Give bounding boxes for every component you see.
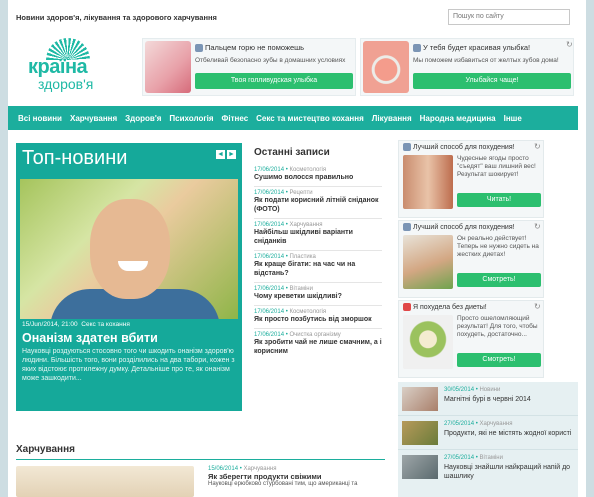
list-item[interactable]: 17/06/2014 • Вітаміни Чому креветки шкідл…	[254, 283, 382, 306]
ad-diet-image	[403, 235, 453, 289]
ad-text: Чудесные ягоды просто "съедят" ваш лишни…	[457, 155, 536, 178]
ad-weightloss-image	[403, 155, 453, 209]
list-item[interactable]: 27/05/2014 • Харчування Продукти, які не…	[398, 416, 578, 450]
nav-item-treatment[interactable]: Лікування	[372, 114, 412, 123]
ad-fruit-image	[403, 315, 453, 369]
top-bar: Новини здоров'я, лікування та здорового …	[8, 4, 578, 30]
ad-title: Лучший способ для похудения!	[403, 143, 515, 151]
search-input[interactable]: Пошук по сайту	[448, 9, 570, 25]
top-news-heading: Топ-новини	[22, 147, 128, 169]
ad-info-icon	[403, 143, 411, 151]
header-ad-2[interactable]: У тебя будет красивая улыбка! Мы поможем…	[360, 38, 574, 96]
ad-button[interactable]: Читать!	[457, 193, 541, 207]
ad-button[interactable]: Смотреть!	[457, 273, 541, 287]
prev-arrow-icon[interactable]: ◄	[216, 150, 225, 159]
ad-title: У тебя будет красивая улыбка!	[413, 43, 530, 53]
list-item[interactable]: 17/06/2014 • Косметологія Сушимо волосся …	[254, 164, 382, 187]
site-logo[interactable]: країна здоров'я	[28, 38, 128, 98]
section-title[interactable]: Харчування	[16, 438, 385, 455]
ad-text: Отбеливай безопасно зубы в домашних усло…	[195, 57, 346, 64]
food-article[interactable]: 15/06/2014 • Харчування Як зберегти прод…	[208, 466, 383, 489]
top-news-slider: Топ-новини ◄ ► 15/Jun/2014, 21:00 Секс та…	[16, 143, 242, 411]
top-news-meta: 15/Jun/2014, 21:00 Секс та кохання	[22, 321, 130, 328]
list-item[interactable]: 17/06/2014 • Очистка організму Як зробити…	[254, 329, 382, 360]
next-arrow-icon[interactable]: ►	[227, 150, 236, 159]
latest-posts: Останні записи 17/06/2014 • Косметологія…	[254, 143, 382, 360]
ad-title: Я похудела без диеты!	[403, 303, 487, 311]
side-ad-2[interactable]: Лучший способ для похудения! Он реально …	[398, 220, 544, 298]
header-ad-1[interactable]: Пальцем горю не поможешь Отбеливай безоп…	[142, 38, 356, 96]
top-news-title[interactable]: Онанізм здатен вбити	[22, 331, 158, 345]
nav-item-fitness[interactable]: Фітнес	[222, 114, 249, 123]
nav-item-nutrition[interactable]: Харчування	[70, 114, 117, 123]
news-thumbnail	[402, 421, 438, 445]
ad-text: Мы поможем избавиться от желтых зубов до…	[413, 57, 559, 64]
nav-item-sex[interactable]: Секс та мистецтво кохання	[256, 114, 364, 123]
ad-button[interactable]: Смотреть!	[457, 353, 541, 367]
refresh-icon[interactable]: ↻	[534, 302, 541, 311]
list-item[interactable]: 17/06/2014 • Косметологія Як просто позбу…	[254, 306, 382, 329]
ad-info-icon	[403, 303, 411, 311]
nav-item-health[interactable]: Здоров'я	[125, 114, 161, 123]
side-ad-3[interactable]: Я похудела без диеты! Просто ошеломляющи…	[398, 300, 544, 378]
news-thumbnail	[402, 387, 438, 411]
latest-heading: Останні записи	[254, 147, 330, 158]
ad-teeth-image	[145, 41, 191, 93]
ad-info-icon	[403, 223, 411, 231]
list-item[interactable]: 17/06/2014 • Пластика Як краще бігати: на…	[254, 251, 382, 283]
nav-item-folk-medicine[interactable]: Народна медицина	[420, 114, 496, 123]
ad-text: Он реально действует! Теперь не нужно си…	[457, 235, 539, 258]
list-item[interactable]: 27/05/2014 • Вітаміни Науковці знайшли н…	[398, 450, 578, 484]
nav-item-other[interactable]: Інше	[504, 114, 522, 123]
nav-item-all-news[interactable]: Всі новини	[18, 114, 62, 123]
list-item[interactable]: 30/05/2014 • Новини Магнітні бурі в черв…	[398, 382, 578, 416]
news-thumbnail	[402, 455, 438, 479]
ad-text: Просто ошеломляющий результат! Для того,…	[457, 315, 538, 338]
list-item[interactable]: 17/06/2014 • Рецепти Як подати корисний л…	[254, 187, 382, 219]
list-item[interactable]: 17/06/2014 • Харчування Найбільш шкідливі…	[254, 219, 382, 251]
refresh-icon[interactable]: ↻	[534, 142, 541, 151]
ad-button[interactable]: Улыбайся чаще!	[413, 73, 571, 89]
ad-smile-image	[363, 41, 409, 93]
ad-info-icon	[413, 44, 421, 53]
ad-info-icon	[195, 44, 203, 53]
top-news-photo[interactable]	[20, 179, 238, 319]
refresh-icon[interactable]: ↻	[534, 222, 541, 231]
ad-title: Лучший способ для похудения!	[403, 223, 515, 231]
nav-item-psychology[interactable]: Психологія	[169, 114, 213, 123]
site-tagline: Новини здоров'я, лікування та здорового …	[16, 12, 217, 22]
refresh-icon[interactable]: ↻	[566, 40, 573, 49]
side-news-list: 30/05/2014 • Новини Магнітні бурі в черв…	[398, 382, 578, 497]
section-header-nutrition: Харчування	[16, 438, 385, 460]
ad-title: Пальцем горю не поможешь	[195, 43, 304, 53]
main-nav: Всі новини Харчування Здоров'я Психологі…	[8, 106, 578, 130]
top-news-text: Науковці роздуються стосовно того чи шко…	[22, 348, 235, 382]
ad-button[interactable]: Твоя голливудская улыбка	[195, 73, 353, 89]
side-ad-1[interactable]: Лучший способ для похудения! Чудесные яг…	[398, 140, 544, 218]
food-article-image[interactable]	[16, 466, 194, 497]
logo-text-line2: здоров'я	[38, 76, 94, 92]
